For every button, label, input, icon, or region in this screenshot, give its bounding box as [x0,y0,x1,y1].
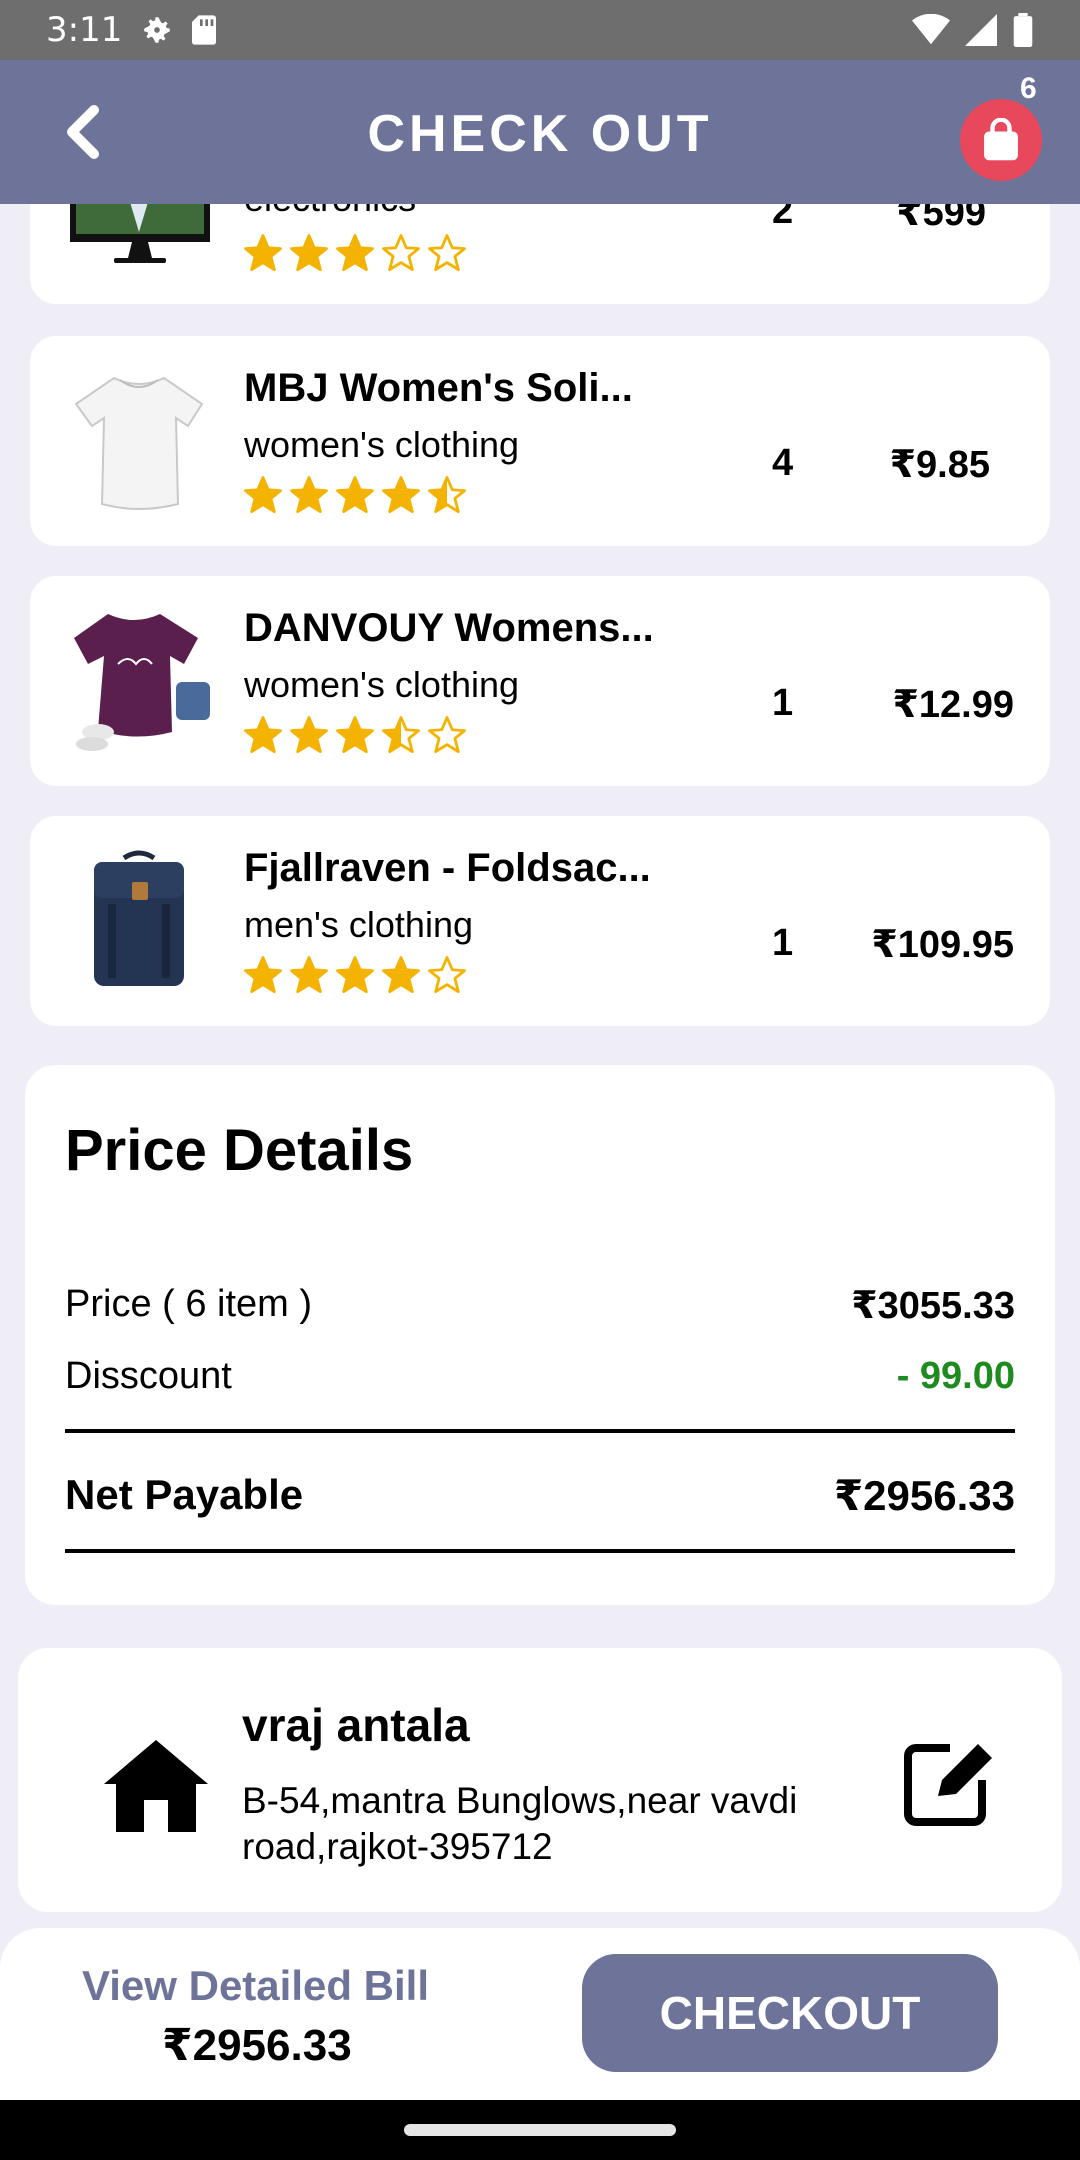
status-bar: 3:11 [0,0,1080,60]
home-gesture-handle[interactable] [404,2124,676,2136]
cart-item[interactable]: MBJ Women's Soli... women's clothing 4 ₹… [30,336,1050,546]
star-rating [242,714,468,756]
item-price: ₹9.85 [889,444,990,486]
item-quantity: 1 [772,682,794,724]
page-title: CHECK OUT [367,105,713,163]
item-quantity: 1 [772,922,794,964]
star-rating [242,474,468,516]
price-value: ₹3055.33 [851,1285,1015,1327]
settings-icon [144,17,171,43]
star-full-icon [244,716,282,754]
star-full-icon [290,234,328,272]
discount-label: Disscount [65,1355,232,1397]
backpack-image [94,850,184,986]
item-name: DANVOUY Womens... [244,606,654,650]
bottom-total: ₹2956.33 [162,2021,352,2070]
star-full-icon [336,476,374,514]
star-full-icon [244,956,282,994]
monitor-image [70,204,210,263]
item-name: MBJ Women's Soli... [244,366,633,410]
cart-item[interactable]: Fjallraven - Foldsac... men's clothing 1… [30,816,1050,1026]
item-category: women's clothing [244,424,520,465]
item-price: ₹599 [896,204,986,234]
star-empty-icon [428,956,466,994]
cart-count-badge: 6 [1020,72,1037,105]
discount-value: - 99.00 [896,1355,1015,1397]
system-nav-bar [0,2100,1080,2160]
star-full-icon [244,476,282,514]
checkout-content[interactable]: electronics 2 ₹599 MBJ Women's Soli... w… [0,204,1080,1928]
price-label: Price ( 6 item ) [65,1283,313,1325]
star-full-icon [336,956,374,994]
cart-item[interactable]: electronics 2 ₹599 [30,204,1050,304]
checkout-button[interactable]: CHECKOUT [582,1954,998,2072]
wifi-icon [912,14,950,45]
purple-shirt-image [74,614,210,751]
cart-button[interactable] [960,99,1042,181]
discount-row: Disscount - 99.00 [65,1355,1015,1398]
item-name: Fjallraven - Foldsac... [244,846,651,890]
item-quantity: 4 [772,442,794,484]
address-line: B-54,mantra Bunglows,near vavdi road,raj… [242,1780,798,1867]
signal-icon [965,14,997,46]
star-empty-icon [428,716,466,754]
star-rating [242,232,468,274]
app-bar: CHECK OUT 6 [0,60,1080,204]
tshirt-image [74,376,204,510]
cart-item[interactable]: DANVOUY Womens... women's clothing 1 ₹12… [30,576,1050,786]
sd-card-icon [192,15,217,45]
star-rating [242,954,468,996]
status-time: 3:11 [46,10,123,50]
edit-icon[interactable] [898,1730,998,1830]
star-empty-icon [382,234,420,272]
battery-icon [1013,13,1033,47]
item-category: women's clothing [244,664,520,705]
star-half-icon [428,476,466,514]
item-price: ₹109.95 [871,924,1014,966]
shopping-bag-icon [984,118,1018,161]
star-empty-icon [428,234,466,272]
net-payable-row: Net Payable ₹2956.33 [65,1471,1015,1520]
divider [65,1549,1015,1553]
net-payable-value: ₹2956.33 [833,1472,1015,1519]
bottom-bar: View Detailed Bill ₹2956.33 CHECKOUT [0,1928,1080,2100]
star-full-icon [290,956,328,994]
price-details-card: Price Details Price ( 6 item ) ₹3055.33 … [25,1065,1055,1605]
star-half-icon [382,716,420,754]
price-row: Price ( 6 item ) ₹3055.33 [65,1283,1015,1328]
home-icon [104,1740,208,1832]
item-category: men's clothing [244,904,473,945]
item-category: electronics [244,204,416,220]
star-full-icon [382,476,420,514]
star-full-icon [336,716,374,754]
item-quantity: 2 [772,204,794,232]
address-card: vraj antala B-54,mantra Bunglows,near va… [18,1648,1062,1912]
star-full-icon [244,234,282,272]
item-price: ₹12.99 [892,684,1014,726]
star-full-icon [382,956,420,994]
star-full-icon [290,716,328,754]
address-name: vraj antala [242,1699,470,1751]
price-details-title: Price Details [65,1118,414,1183]
view-detailed-bill-link[interactable]: View Detailed Bill [82,1962,429,2010]
star-full-icon [336,234,374,272]
divider [65,1429,1015,1433]
star-full-icon [290,476,328,514]
net-payable-label: Net Payable [65,1471,304,1518]
